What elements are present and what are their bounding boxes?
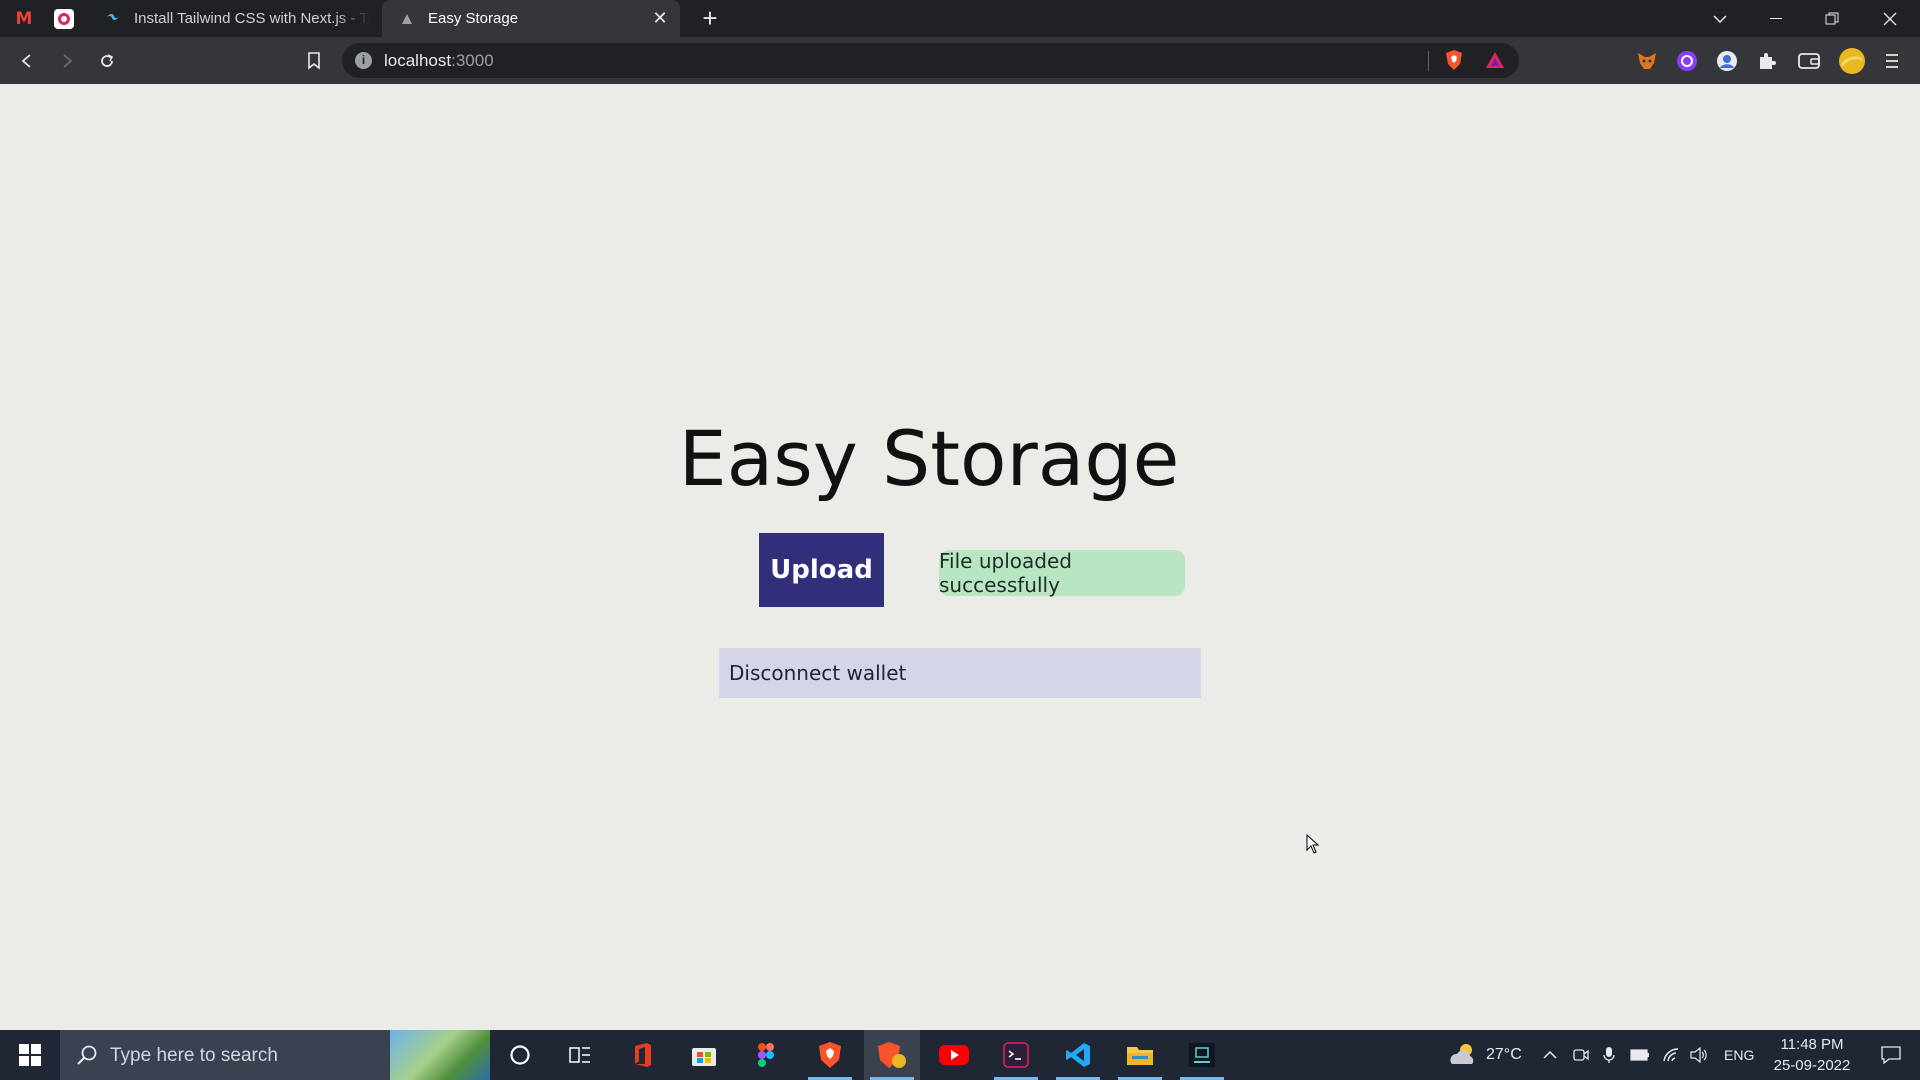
system-clock[interactable]: 11:48 PM 25-09-2022 <box>1764 1034 1860 1076</box>
vscode-icon[interactable] <box>1050 1030 1106 1080</box>
search-placeholder: Type here to search <box>110 1045 278 1066</box>
pinned-tab-app[interactable] <box>44 0 84 37</box>
brave-rewards-icon[interactable] <box>1483 48 1507 72</box>
brave-taskbar-icon[interactable] <box>802 1030 858 1080</box>
tab-search-chevron-icon[interactable] <box>1692 0 1748 37</box>
reload-icon[interactable] <box>92 46 122 76</box>
site-info-icon[interactable]: i <box>355 52 372 69</box>
address-bar[interactable]: i localhost:3000 <box>342 43 1519 78</box>
file-explorer-icon[interactable] <box>1112 1030 1168 1080</box>
notification-center-icon[interactable] <box>1866 1030 1916 1080</box>
figma-icon[interactable] <box>738 1030 794 1080</box>
browser-tab-strip: M Install Tailwind CSS with Next.js - Ta… <box>0 0 1920 37</box>
browser-menu-icon[interactable] <box>1880 49 1904 73</box>
youtube-icon[interactable] <box>926 1030 982 1080</box>
brave-profile-taskbar-icon[interactable] <box>864 1030 920 1080</box>
forward-icon[interactable] <box>52 46 82 76</box>
cortana-icon[interactable] <box>492 1030 548 1080</box>
wallet-icon[interactable] <box>1797 49 1821 73</box>
tab-title: Easy Storage <box>428 10 519 27</box>
search-highlight-illustration <box>390 1030 490 1080</box>
tab-tailwind-docs[interactable]: Install Tailwind CSS with Next.js - Tail… <box>88 0 380 37</box>
tab-title: Install Tailwind CSS with Next.js - Tail… <box>134 10 370 27</box>
page-content: Easy Storage Upload File uploaded succes… <box>0 84 1920 1030</box>
metamask-fox-icon[interactable] <box>1635 49 1659 73</box>
upload-button[interactable]: Upload <box>759 533 884 607</box>
page-title: Easy Storage <box>678 414 1180 503</box>
office-icon[interactable] <box>614 1030 670 1080</box>
gmail-icon: M <box>15 8 33 29</box>
url-text[interactable]: localhost:3000 <box>384 51 494 71</box>
volume-icon[interactable] <box>1690 1030 1708 1080</box>
windows-taskbar: Type here to search 27°C ENG 11:48 PM 25… <box>0 1030 1920 1080</box>
search-icon <box>76 1044 98 1071</box>
app-screen-icon[interactable] <box>1174 1030 1230 1080</box>
app-favicon-icon <box>54 8 74 29</box>
minimize-icon[interactable] <box>1748 0 1804 37</box>
clock-time: 11:48 PM <box>1780 1036 1844 1053</box>
success-message-badge: File uploaded successfully <box>939 549 1185 597</box>
back-icon[interactable] <box>12 46 42 76</box>
profile-avatar[interactable] <box>1838 47 1866 75</box>
pinned-tab-gmail[interactable]: M <box>4 0 44 37</box>
taskbar-search-box[interactable]: Type here to search <box>60 1030 490 1080</box>
task-view-icon[interactable] <box>552 1030 608 1080</box>
terminal-icon[interactable] <box>988 1030 1044 1080</box>
microsoft-store-icon[interactable] <box>676 1030 732 1080</box>
tab-easy-storage[interactable]: Easy Storage ✕ <box>382 0 680 37</box>
address-bar-divider <box>1428 51 1429 71</box>
weather-widget[interactable]: 27°C <box>1448 1030 1522 1080</box>
clock-date: 25-09-2022 <box>1773 1057 1851 1074</box>
purple-extension-icon[interactable] <box>1675 49 1699 73</box>
bookmark-icon[interactable] <box>299 46 329 76</box>
profile-extension-icon[interactable] <box>1715 49 1739 73</box>
close-tab-icon[interactable]: ✕ <box>650 8 670 29</box>
mouse-cursor-icon <box>1306 833 1320 859</box>
show-hidden-icons-chevron-icon[interactable] <box>1543 1030 1557 1080</box>
microphone-icon[interactable] <box>1603 1030 1615 1080</box>
new-tab-button[interactable]: + <box>696 4 724 32</box>
browser-toolbar: i localhost:3000 <box>0 37 1920 84</box>
weather-cloud-icon <box>1450 1044 1474 1064</box>
wifi-icon[interactable] <box>1662 1030 1680 1080</box>
close-window-icon[interactable] <box>1862 0 1918 37</box>
restore-icon[interactable] <box>1804 0 1860 37</box>
battery-icon[interactable] <box>1630 1030 1650 1080</box>
windows-start-icon[interactable] <box>0 1030 60 1080</box>
brave-shields-icon[interactable] <box>1442 48 1466 72</box>
extensions-puzzle-icon[interactable] <box>1755 49 1779 73</box>
disconnect-wallet-button[interactable]: Disconnect wallet <box>719 648 1201 698</box>
weather-temperature: 27°C <box>1486 1046 1522 1063</box>
tailwind-favicon-icon <box>104 10 122 28</box>
language-indicator[interactable]: ENG <box>1724 1030 1754 1080</box>
meet-now-icon[interactable] <box>1573 1030 1589 1080</box>
nextjs-favicon-icon <box>398 10 416 28</box>
